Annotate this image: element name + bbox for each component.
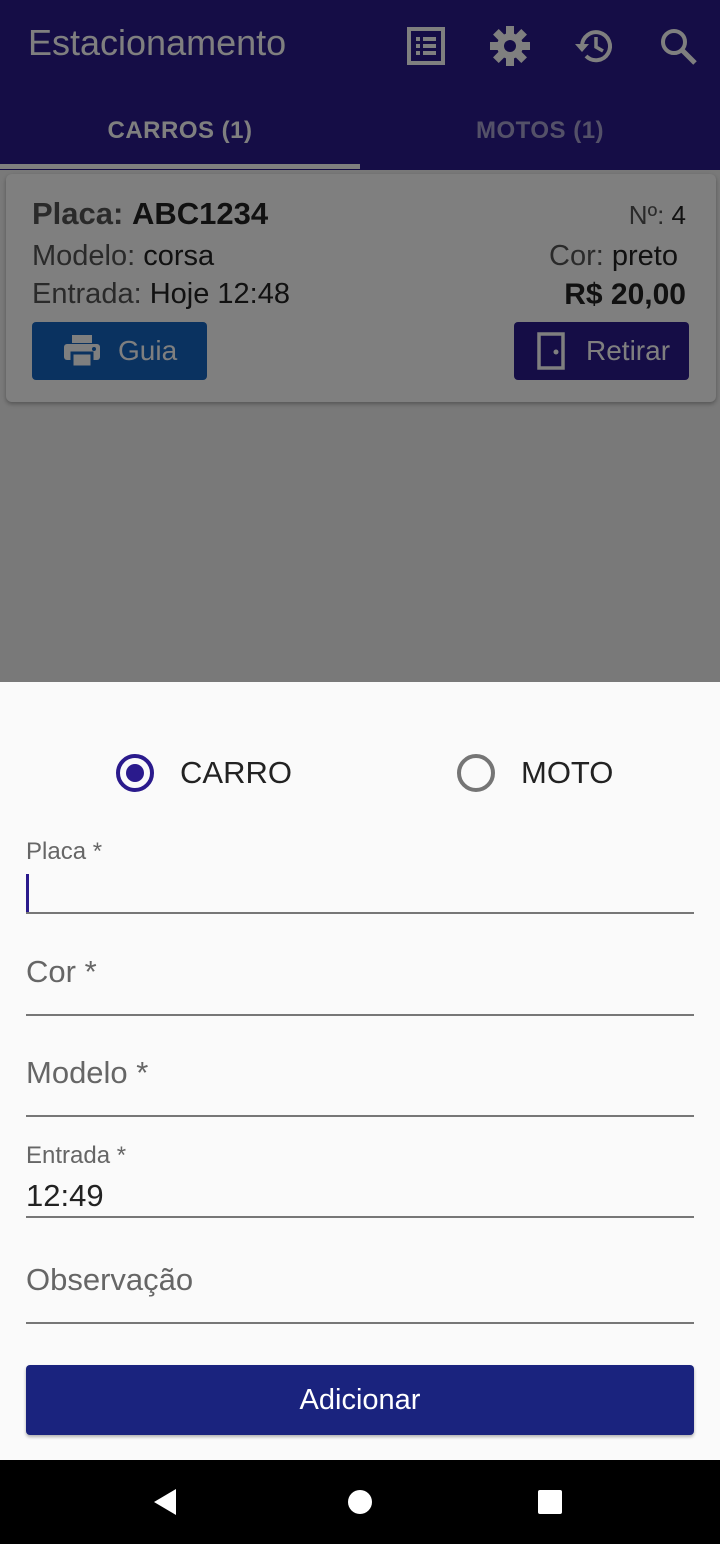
entrada-field[interactable]: Entrada * 12:49 bbox=[26, 1136, 694, 1220]
system-nav-bar bbox=[0, 1460, 720, 1544]
observacao-underline bbox=[26, 1322, 694, 1324]
cor-field[interactable]: Cor * bbox=[26, 934, 694, 1018]
placa-field-label: Placa * bbox=[26, 838, 103, 865]
cor-field-label: Cor * bbox=[26, 954, 97, 989]
radio-selected-icon[interactable] bbox=[116, 754, 154, 792]
observacao-field[interactable]: Observação bbox=[26, 1242, 694, 1326]
placa-underline bbox=[26, 912, 694, 914]
entrada-input[interactable]: 12:49 bbox=[26, 1178, 104, 1214]
placa-field[interactable]: Placa * bbox=[26, 832, 694, 916]
radio-moto[interactable]: MOTO bbox=[457, 754, 613, 792]
adicionar-button[interactable]: Adicionar bbox=[26, 1365, 694, 1435]
entrada-underline bbox=[26, 1216, 694, 1218]
radio-carro-label: CARRO bbox=[180, 755, 292, 790]
back-icon[interactable] bbox=[126, 1460, 206, 1544]
modelo-field[interactable]: Modelo * bbox=[26, 1035, 694, 1119]
radio-unselected-icon[interactable] bbox=[457, 754, 495, 792]
home-icon[interactable] bbox=[320, 1460, 400, 1544]
observacao-field-label: Observação bbox=[26, 1262, 194, 1297]
text-cursor bbox=[26, 874, 29, 914]
recents-icon[interactable] bbox=[510, 1460, 590, 1544]
entrada-field-label: Entrada * bbox=[26, 1142, 127, 1169]
cor-underline bbox=[26, 1014, 694, 1016]
radio-moto-label: MOTO bbox=[521, 755, 614, 790]
modelo-underline bbox=[26, 1115, 694, 1117]
add-vehicle-sheet: CARRO MOTO Placa * Cor * Modelo * Entrad… bbox=[0, 682, 720, 1460]
modelo-field-label: Modelo * bbox=[26, 1055, 149, 1090]
radio-carro[interactable]: CARRO bbox=[116, 754, 292, 792]
